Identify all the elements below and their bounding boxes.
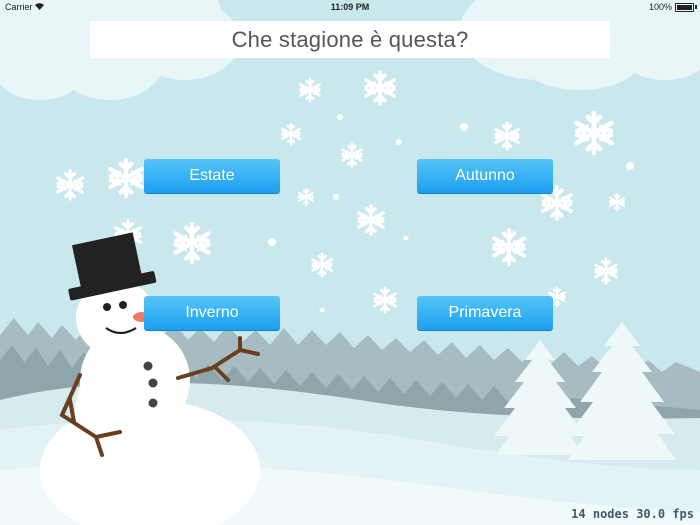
answer-button-inverno[interactable]: Inverno xyxy=(144,296,280,330)
answer-button-estate[interactable]: Estate xyxy=(144,159,280,193)
fps-counter: 30.0 fps xyxy=(636,507,694,521)
answer-button-primavera[interactable]: Primavera xyxy=(417,296,553,330)
clock-time: 11:09 PM xyxy=(330,2,370,12)
answer-button-autunno[interactable]: Autunno xyxy=(417,159,553,193)
winter-scene-background xyxy=(0,0,700,525)
battery-tip xyxy=(695,5,697,9)
question-banner: Che stagione è questa? xyxy=(90,21,610,58)
debug-stats: 14 nodes 30.0 fps xyxy=(571,507,694,521)
battery-icon xyxy=(675,3,694,12)
battery-percentage: 100% xyxy=(648,2,672,12)
status-bar: Carrier 11:09 PM 100% xyxy=(0,0,700,14)
node-count: 14 nodes xyxy=(571,507,629,521)
